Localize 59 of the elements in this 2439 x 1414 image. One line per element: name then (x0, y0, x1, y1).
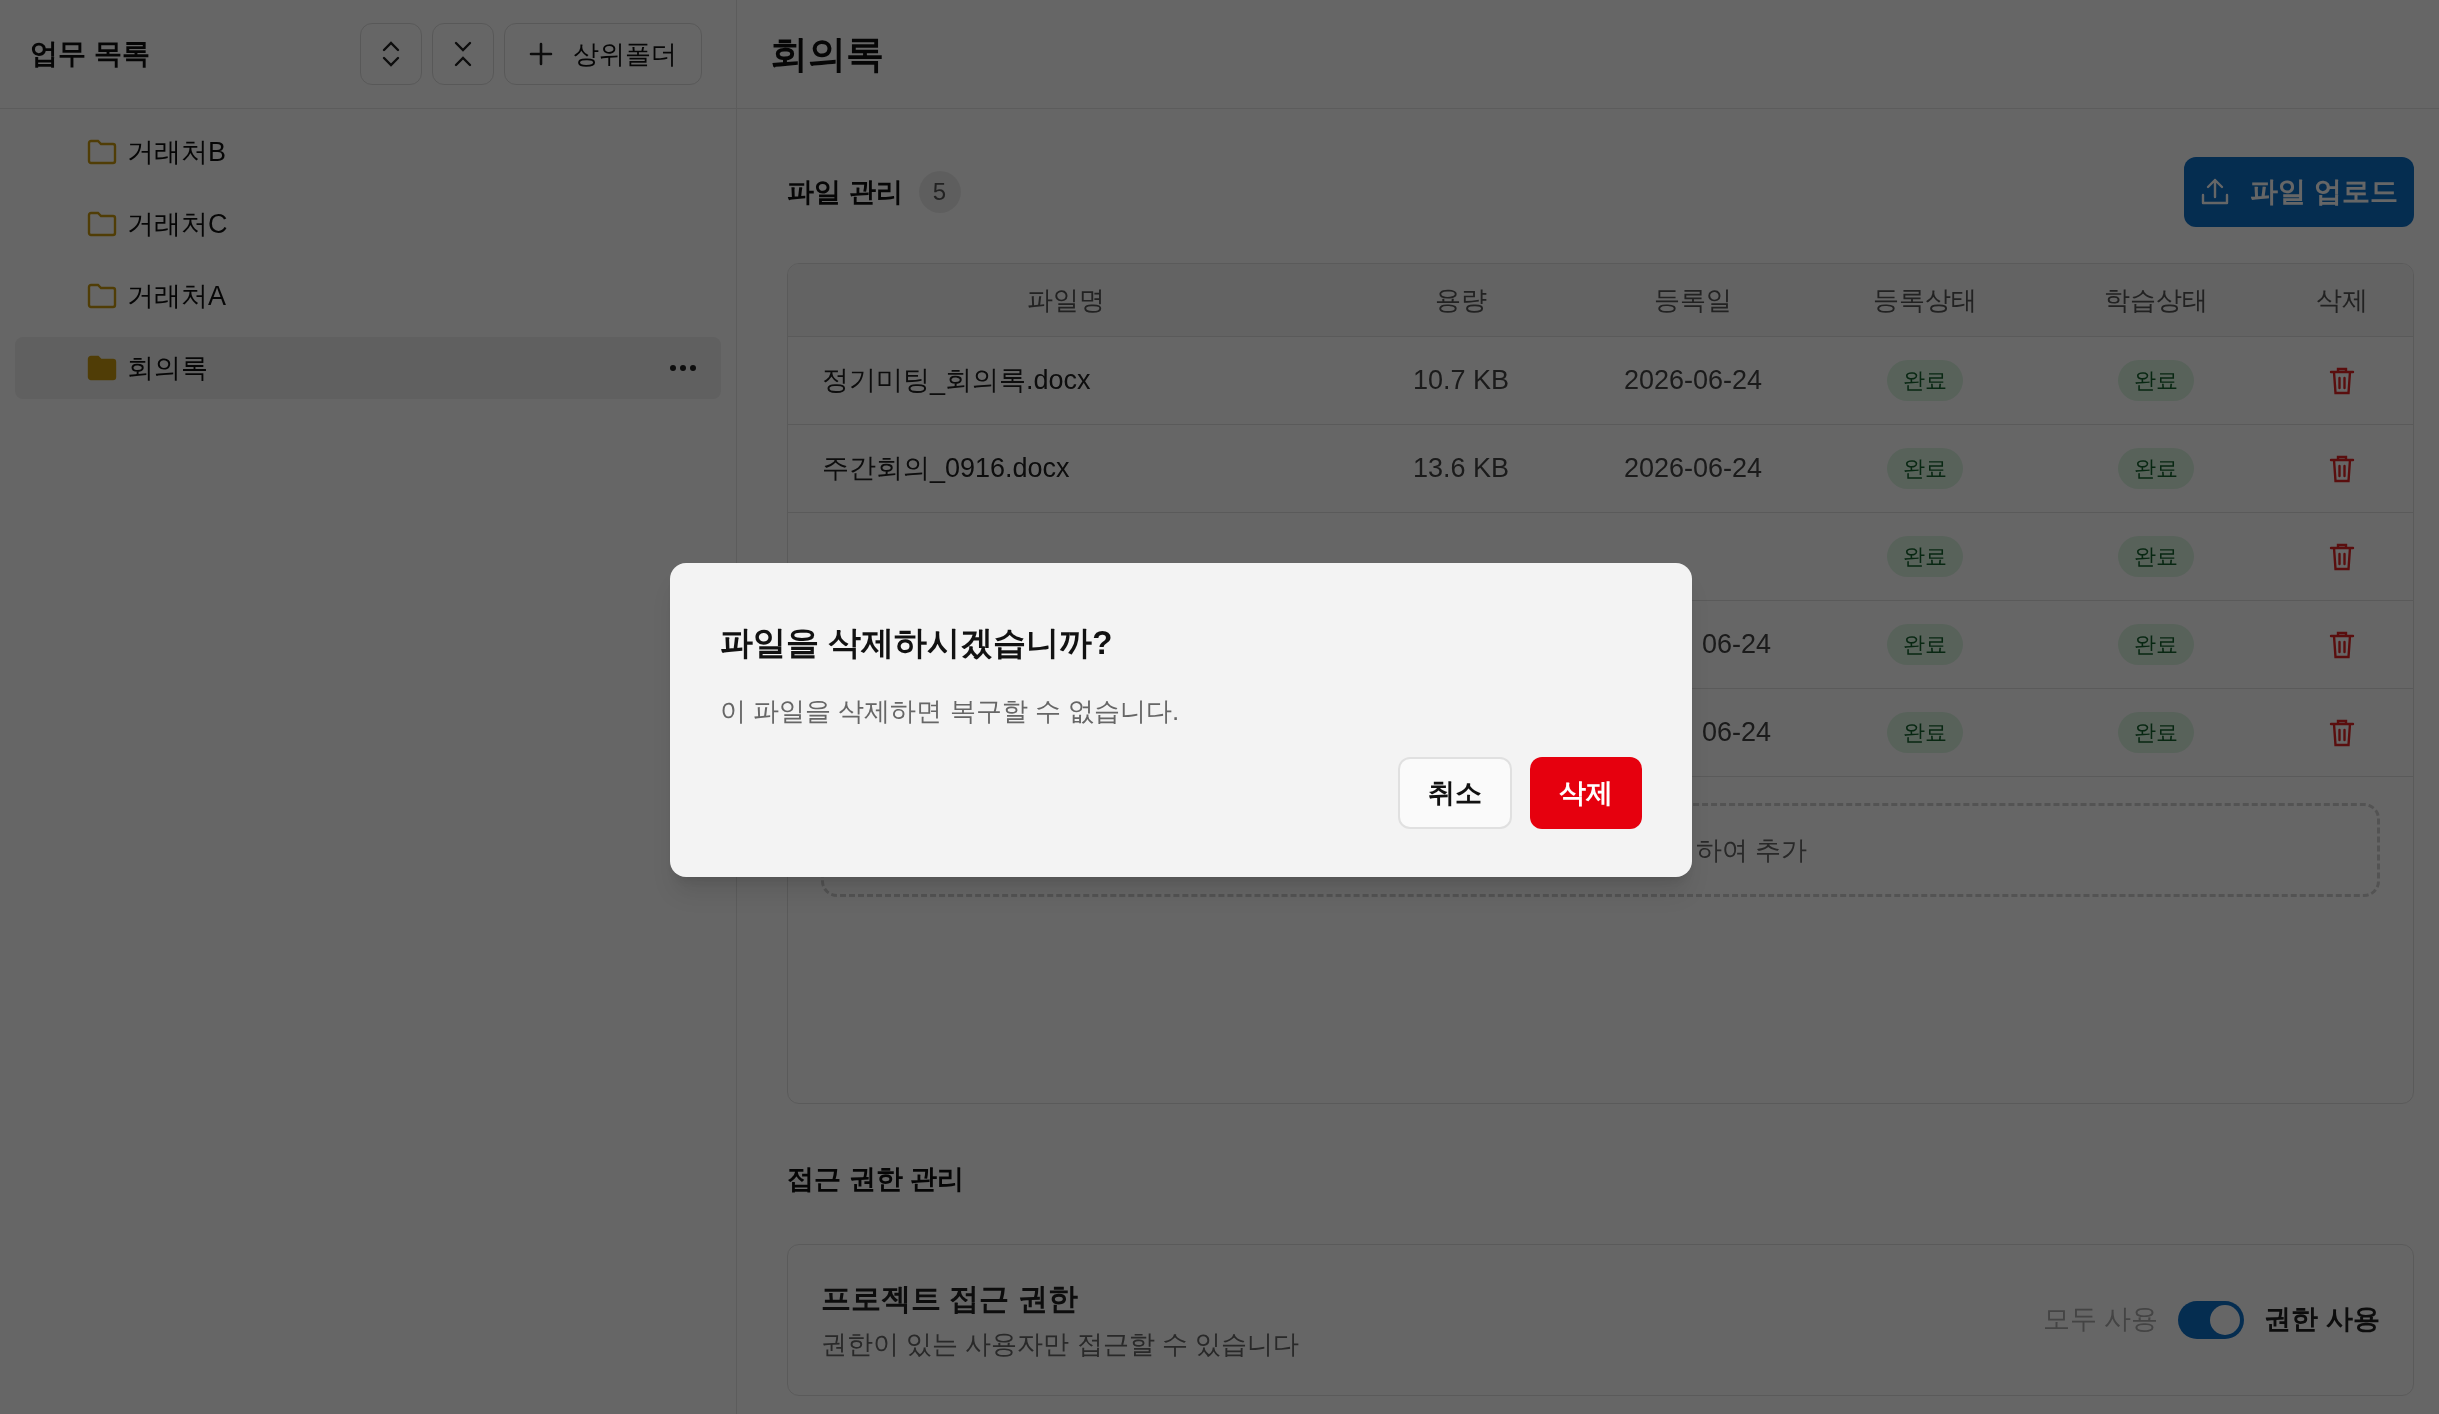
card-description: 권한이 있는 사용자만 접근할 수 있습니다 (821, 1327, 1300, 1361)
folder-icon (87, 355, 117, 381)
column-header: 용량 (1435, 283, 1487, 317)
expand-all-button[interactable] (360, 23, 422, 85)
upload-button[interactable]: 파일 업로드 (2184, 157, 2414, 227)
status-badge: 완료 (1886, 448, 1963, 489)
cancel-button[interactable]: 취소 (1398, 757, 1512, 829)
status-badge: 완료 (2118, 360, 2194, 401)
file-name: 정기미팅_회의록.docx (822, 365, 1091, 396)
trash-icon[interactable] (2329, 365, 2355, 396)
status-badge: 완료 (2118, 624, 2194, 665)
plus-icon (529, 42, 553, 66)
more-icon[interactable] (669, 364, 697, 372)
upload-icon (2200, 177, 2231, 207)
folder-item[interactable]: 거래처C (15, 193, 721, 255)
column-header: 학습상태 (2104, 283, 2208, 317)
column-header: 등록일 (1654, 283, 1732, 317)
folder-icon (87, 211, 117, 237)
page-title: 회의록 (770, 31, 884, 77)
chevrons-up-down-icon (380, 40, 402, 68)
column-header: 삭제 (2316, 283, 2368, 317)
upload-date: 2026-06-24 (1623, 452, 1763, 486)
status-badge: 완료 (1886, 712, 1963, 753)
add-folder-button[interactable]: 상위폴더 (504, 23, 702, 85)
upload-date: 2026-06-24 (1623, 364, 1763, 398)
folder-item[interactable]: 거래처A (15, 265, 721, 327)
section-title: 파일 관리 (787, 175, 903, 209)
collapse-all-button[interactable] (432, 23, 494, 85)
file-size: 13.6 KB (1412, 452, 1510, 486)
dialog-message: 이 파일을 삭제하면 복구할 수 없습니다. (720, 694, 1181, 728)
status-badge: 완료 (1886, 536, 1963, 577)
count-badge: 5 (918, 171, 961, 213)
card-title: 프로젝트 접근 권한 (821, 1280, 1079, 1317)
column-header: 등록상태 (1872, 283, 1977, 317)
trash-icon[interactable] (2329, 541, 2355, 572)
status-badge: 완료 (1886, 624, 1963, 665)
upload-date: 06-24 (1701, 628, 1771, 662)
delete-button[interactable]: 삭제 (1530, 757, 1642, 829)
trash-icon[interactable] (2329, 629, 2355, 660)
folder-item[interactable]: 거래처B (15, 121, 721, 183)
permission-toggle[interactable] (2178, 1300, 2245, 1339)
trash-icon[interactable] (2329, 453, 2355, 484)
folder-icon (87, 139, 117, 165)
trash-icon[interactable] (2329, 717, 2355, 748)
sidebar-title: 업무 목록 (30, 37, 150, 71)
chevrons-in-icon (452, 40, 474, 68)
section-title: 접근 권한 관리 (787, 1163, 965, 1196)
status-badge: 완료 (2118, 536, 2194, 577)
file-size: 10.7 KB (1412, 364, 1510, 398)
dialog-title: 파일을 삭제하시겠습니까? (720, 623, 1114, 663)
folder-item[interactable]: 회의록 (15, 337, 721, 399)
column-header: 파일명 (1027, 283, 1105, 317)
folder-icon (87, 283, 117, 309)
status-badge: 완료 (2118, 448, 2194, 489)
upload-date: 06-24 (1701, 716, 1771, 750)
file-name: 주간회의_0916.docx (822, 453, 1070, 484)
status-badge: 완료 (2118, 712, 2194, 753)
toggle-label: 권한 사용 (2264, 1303, 2380, 1337)
status-badge: 완료 (1886, 360, 1963, 401)
